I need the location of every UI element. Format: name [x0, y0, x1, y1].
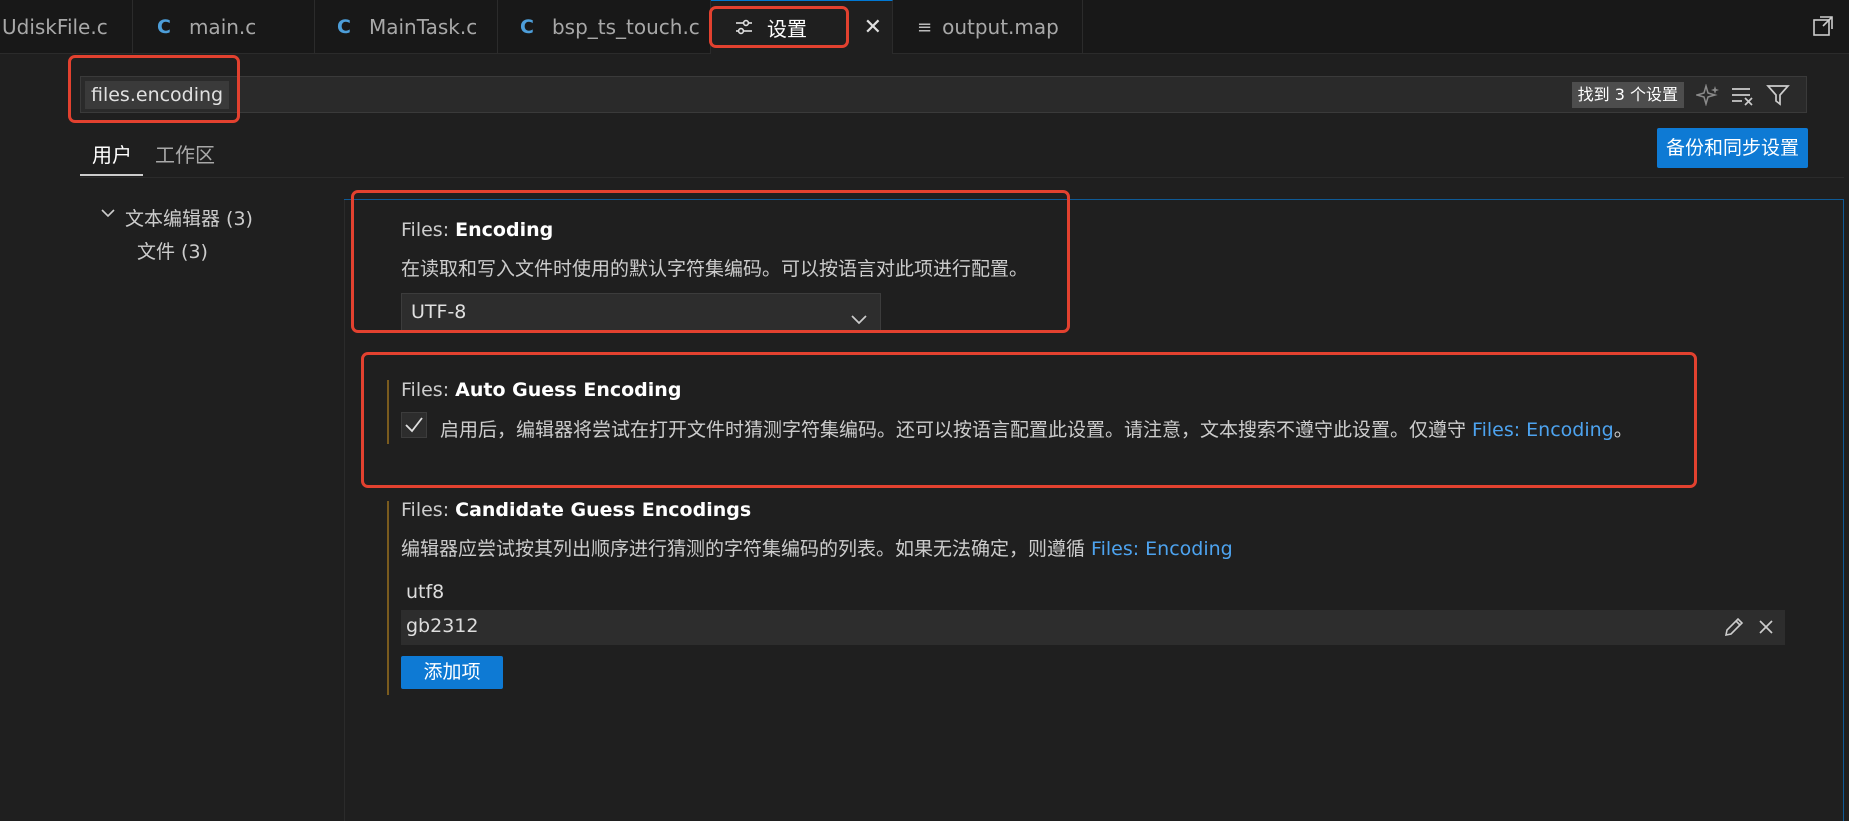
tab-user[interactable]: 用户 — [92, 139, 132, 168]
tab-label: main.c — [188, 15, 257, 39]
c-file-icon: C — [337, 16, 351, 38]
c-file-icon: C — [157, 16, 171, 38]
annotation-box-settings-tab — [709, 6, 849, 48]
backup-and-sync-button[interactable]: 备份和同步设置 — [1657, 128, 1808, 168]
content-divider — [344, 200, 345, 821]
remove-item-icon[interactable] — [1756, 617, 1776, 641]
setting-title-candidate: Files: Candidate Guess Encodings — [401, 499, 752, 521]
edit-pencil-icon[interactable] — [1723, 616, 1745, 642]
settings-search-input[interactable]: files.encoding 找到 3 个设置 — [80, 76, 1807, 113]
tab-label: MainTask.c — [368, 15, 478, 39]
setting-description-candidate: 编辑器应尝试按其列出顺序进行猜测的字符集编码的列表。如果无法确定，则遵循 Fil… — [401, 538, 1233, 560]
tab-output-map[interactable]: ≡ output.map — [893, 0, 1083, 54]
vscode-settings-window: UdiskFile.c C main.c C MainTask.c C bsp_… — [0, 0, 1849, 821]
annotation-box-auto-guess — [361, 352, 1697, 488]
active-tab-indicator — [80, 174, 143, 176]
close-icon[interactable]: ✕ — [864, 15, 882, 40]
list-item-value: gb2312 — [406, 615, 479, 637]
annotation-box-search — [68, 55, 240, 123]
list-item-selected[interactable]: gb2312 — [401, 610, 1785, 645]
search-result-count: 找到 3 个设置 — [1571, 82, 1684, 108]
clear-filter-icon[interactable] — [1730, 84, 1754, 106]
tree-item-files[interactable]: 文件 (3) — [137, 237, 208, 264]
open-file-icon[interactable] — [1811, 14, 1835, 42]
tab-label: UdiskFile.c — [2, 15, 108, 39]
annotation-box-encoding — [351, 190, 1070, 333]
add-item-button[interactable]: 添加项 — [401, 656, 503, 689]
chevron-down-icon[interactable] — [100, 204, 116, 223]
c-file-icon: C — [520, 16, 534, 38]
list-item[interactable]: utf8 — [406, 581, 444, 603]
sparkle-icon[interactable] — [1694, 83, 1720, 107]
tab-label: bsp_ts_touch.c — [551, 15, 700, 39]
tab-maintask-c[interactable]: C MainTask.c — [315, 0, 498, 54]
tab-workspace[interactable]: 工作区 — [155, 139, 215, 168]
tab-bsp-ts-touch-c[interactable]: C bsp_ts_touch.c — [498, 0, 711, 54]
tab-udiskfile[interactable]: UdiskFile.c — [0, 0, 133, 54]
tab-main-c[interactable]: C main.c — [133, 0, 315, 54]
tab-label: output.map — [942, 15, 1059, 39]
content-focus-border-right — [1843, 199, 1844, 821]
tree-item-text-editor[interactable]: 文本编辑器 (3) — [125, 204, 253, 231]
text-file-icon: ≡ — [917, 16, 933, 38]
filter-icon[interactable] — [1766, 84, 1790, 106]
scope-divider — [80, 177, 1844, 178]
modified-indicator — [387, 501, 389, 695]
editor-tab-bar: UdiskFile.c C main.c C MainTask.c C bsp_… — [0, 0, 1849, 54]
files-encoding-link[interactable]: Files: Encoding — [1091, 538, 1233, 560]
